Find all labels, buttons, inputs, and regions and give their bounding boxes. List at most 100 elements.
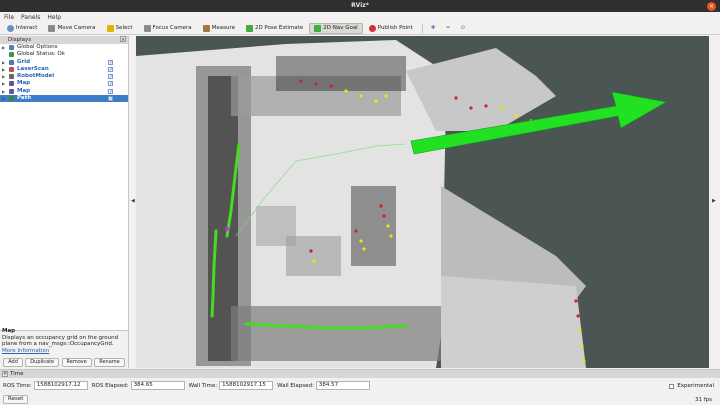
time-panel: × Time ROS Time: 1588102917.12 ROS Elaps… [0,369,720,405]
gear-icon [9,45,14,50]
add-button[interactable]: Add [3,358,23,367]
time-row: ROS Time: 1588102917.12 ROS Elapsed: 384… [3,381,374,390]
menu-bar: File Panels Help [0,12,720,22]
display-item-label: Map [17,87,31,94]
expand-arrow-icon[interactable]: ▶ [2,88,6,95]
enable-checkbox[interactable]: ✓ [108,88,113,94]
map-inflation-bottom [231,306,441,361]
remove-button[interactable]: Remove [61,358,92,367]
display-item-label: Path [17,95,32,102]
laser-scan-point [354,229,358,233]
laser-scan-point [299,79,303,83]
tool-interact[interactable]: Interact [2,23,42,34]
collapse-right-icon[interactable]: ▶ [712,198,716,204]
duplicate-button[interactable]: Duplicate [25,358,60,367]
render-viewport[interactable] [136,36,709,368]
display-item-path[interactable]: ▶ Path ✓ [0,95,128,103]
close-icon[interactable]: × [707,2,716,11]
expand-arrow-icon[interactable]: ▶ [2,59,6,66]
tool-label: Interact [16,25,38,31]
ros-elapsed-label: ROS Elapsed: [91,382,129,389]
display-item-label: Global Status: Ok [17,51,65,58]
displays-buttons: Add Duplicate Remove Rename [0,358,128,367]
tool-label: Measure [211,25,235,31]
laser-scan-point [329,84,333,88]
enable-checkbox[interactable]: ✓ [108,59,113,65]
expand-arrow-icon[interactable]: ▶ [2,80,6,87]
map-icon [9,88,14,94]
display-item-map[interactable]: ▶ Map ✓ [0,80,128,87]
experimental-label: Experimental [677,383,714,389]
tool-label: 2D Nav Goal [323,25,358,31]
tool-label: 2D Pose Estimate [254,25,304,31]
close-panel-icon[interactable]: × [120,36,126,43]
map-icon [9,81,14,87]
view-options-icon[interactable]: ⊙ [456,23,471,34]
grid-icon [9,59,14,65]
right-dock-strip: ▶ [709,36,720,368]
toolbar-separator [421,23,423,33]
laser-scan-point [374,99,378,103]
laser-scan-point [469,106,473,110]
rename-button[interactable]: Rename [94,358,125,367]
time-title: Time [10,371,24,377]
enable-checkbox[interactable]: ✓ [108,81,113,87]
displays-panel: Displays × ▶ Global Options Global Status:… [0,36,129,368]
wall-time-field[interactable]: 1588102917.15 [219,381,274,390]
ros-time-field[interactable]: 1588102917.12 [33,381,88,390]
more-information-link[interactable]: More Information [2,348,49,354]
expand-arrow-icon[interactable]: ▶ [2,95,6,102]
laser-scan-point [574,299,578,303]
display-item-label: Grid [17,58,31,65]
laser-scan-point [578,329,582,333]
display-item-map[interactable]: ▶ Map ✓ [0,88,128,95]
tool-move-camera[interactable]: Move Camera [43,23,100,34]
display-item-label: RobotModel [17,73,55,80]
laser-scan-point [309,249,313,253]
wall-elapsed-field[interactable]: 384.57 [315,381,370,390]
interact-icon [7,24,14,32]
display-item-label: Map [17,80,31,87]
menu-panels[interactable]: Panels [21,14,40,21]
tool-pose-estimate[interactable]: 2D Pose Estimate [241,23,308,34]
tool-publish-point[interactable]: Publish Point [364,23,418,34]
select-icon [106,24,114,32]
menu-file[interactable]: File [4,14,14,21]
laser-scan-point [359,94,363,98]
laser-scan-point [576,314,580,318]
display-item-global-status-ok[interactable]: Global Status: Ok [0,51,128,58]
collapse-left-icon[interactable]: ◀ [131,198,135,204]
display-item-laserscan[interactable]: ▶ LaserScan ✓ [0,66,128,73]
ros-elapsed-field[interactable]: 384.65 [130,381,185,390]
map-obstacle-room-2 [286,236,341,276]
tool-focus-camera[interactable]: Focus Camera [139,23,197,34]
wall-elapsed-label: Wall Elapsed: [277,382,314,389]
enable-checkbox[interactable]: ✓ [108,66,113,72]
display-item-grid[interactable]: ▶ Grid ✓ [0,59,128,66]
map-wall-top [276,56,406,91]
tool-nav-goal[interactable]: 2D Nav Goal [309,22,363,34]
expand-arrow-icon[interactable]: ▶ [2,66,6,73]
display-item-robotmodel[interactable]: ▶ RobotModel ✓ [0,73,128,80]
close-time-panel-icon[interactable]: × [2,371,8,377]
menu-help[interactable]: Help [47,14,61,21]
laser-scan-point [484,104,488,108]
tool-measure[interactable]: Measure [198,23,240,34]
minus-icon[interactable]: ━ [441,23,454,34]
reset-button[interactable]: Reset [3,395,29,404]
laser-scan-point [344,89,348,93]
display-item-global-options[interactable]: ▶ Global Options [0,44,128,51]
experimental-toggle[interactable]: Experimental [669,383,714,389]
laser-scan-point [389,234,393,238]
enable-checkbox[interactable]: ✓ [108,74,113,80]
experimental-checkbox[interactable] [669,383,675,389]
expand-arrow-icon[interactable]: ▶ [2,44,6,51]
tool-select[interactable]: Select [102,23,138,34]
plus-icon[interactable]: ✚ [426,23,441,34]
laser-scan-point [499,106,503,110]
path-icon [9,96,14,102]
expand-arrow-icon[interactable]: ▶ [2,73,6,80]
enable-checkbox[interactable]: ✓ [108,96,113,102]
fps-readout: 31 fps [694,397,712,403]
check-icon [9,52,14,58]
